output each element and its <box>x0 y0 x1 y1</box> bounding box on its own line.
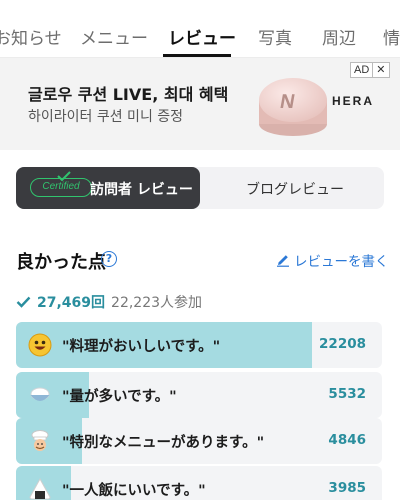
help-icon[interactable]: ? <box>101 251 117 267</box>
write-review-link[interactable]: レビューを書く <box>276 250 389 270</box>
point-label: "特別なメニューがあります。" <box>62 435 265 451</box>
section-title: 良かった点 <box>16 252 106 273</box>
ad-subtitle: 하이라이터 쿠션 미니 증정 <box>28 109 184 125</box>
brand-logo: HERA <box>332 94 375 108</box>
point-count: 4846 <box>328 432 366 448</box>
point-label: "量が多いです。" <box>62 389 177 405</box>
blog-review-button[interactable]: ブログレビュー <box>246 179 344 199</box>
point-label: "料理がおいしいです。" <box>62 339 221 355</box>
visitor-review-button[interactable]: Certified 訪問者 レビュー <box>16 167 200 209</box>
active-tab-indicator <box>163 54 231 57</box>
tab-reviews[interactable]: レビュー <box>168 24 236 49</box>
checkmark-icon <box>16 296 31 308</box>
tab-info[interactable]: 情 <box>383 24 400 49</box>
point-count: 3985 <box>328 480 366 496</box>
point-count: 5532 <box>328 386 366 402</box>
ad-title: 글로우 쿠션 LIVE, 최대 혜택 <box>28 85 229 104</box>
list-item[interactable]: "特別なメニューがあります。" 4846 <box>16 418 382 464</box>
total-count: 27,469回 <box>37 295 106 311</box>
onigiri-icon <box>29 477 51 500</box>
ad-label: AD <box>354 64 370 76</box>
smile-face-icon <box>28 333 52 357</box>
cushion-compact-image: N <box>259 78 327 136</box>
chef-icon <box>31 430 49 451</box>
tab-menu[interactable]: メニュー <box>80 24 148 49</box>
point-count: 22208 <box>319 336 366 352</box>
pencil-icon <box>277 255 289 267</box>
participants-count: 22,223人参加 <box>111 295 203 311</box>
ad-badge: AD ✕ <box>350 62 390 78</box>
check-icon <box>57 171 71 181</box>
certified-label: Certified <box>42 181 80 192</box>
stats-line: 27,469回 22,223人参加 <box>16 292 202 312</box>
list-item[interactable]: "料理がおいしいです。" 22208 <box>16 322 382 368</box>
ad-banner[interactable]: 글로우 쿠션 LIVE, 최대 혜택 하이라이터 쿠션 미니 증정 AD ✕ N… <box>0 58 400 150</box>
list-item[interactable]: "一人飯にいいです。" 3985 <box>16 466 382 500</box>
tab-photos[interactable]: 写真 <box>258 24 292 49</box>
tab-notices[interactable]: お知らせ <box>0 24 62 49</box>
review-type-toggle: Certified 訪問者 レビュー ブログレビュー <box>16 167 384 209</box>
tab-bar: お知らせ メニュー レビュー 写真 周辺 情 <box>0 0 400 58</box>
write-review-label: レビューを書く <box>294 254 389 270</box>
certified-badge: Certified <box>30 171 92 197</box>
visitor-review-label: 訪問者 レビュー <box>90 182 193 198</box>
tab-nearby[interactable]: 周辺 <box>322 24 356 49</box>
point-label: "一人飯にいいです。" <box>62 483 206 499</box>
list-item[interactable]: "量が多いです。" 5532 <box>16 372 382 418</box>
rice-bowl-icon <box>30 387 50 401</box>
ad-close-icon[interactable]: ✕ <box>372 63 388 77</box>
